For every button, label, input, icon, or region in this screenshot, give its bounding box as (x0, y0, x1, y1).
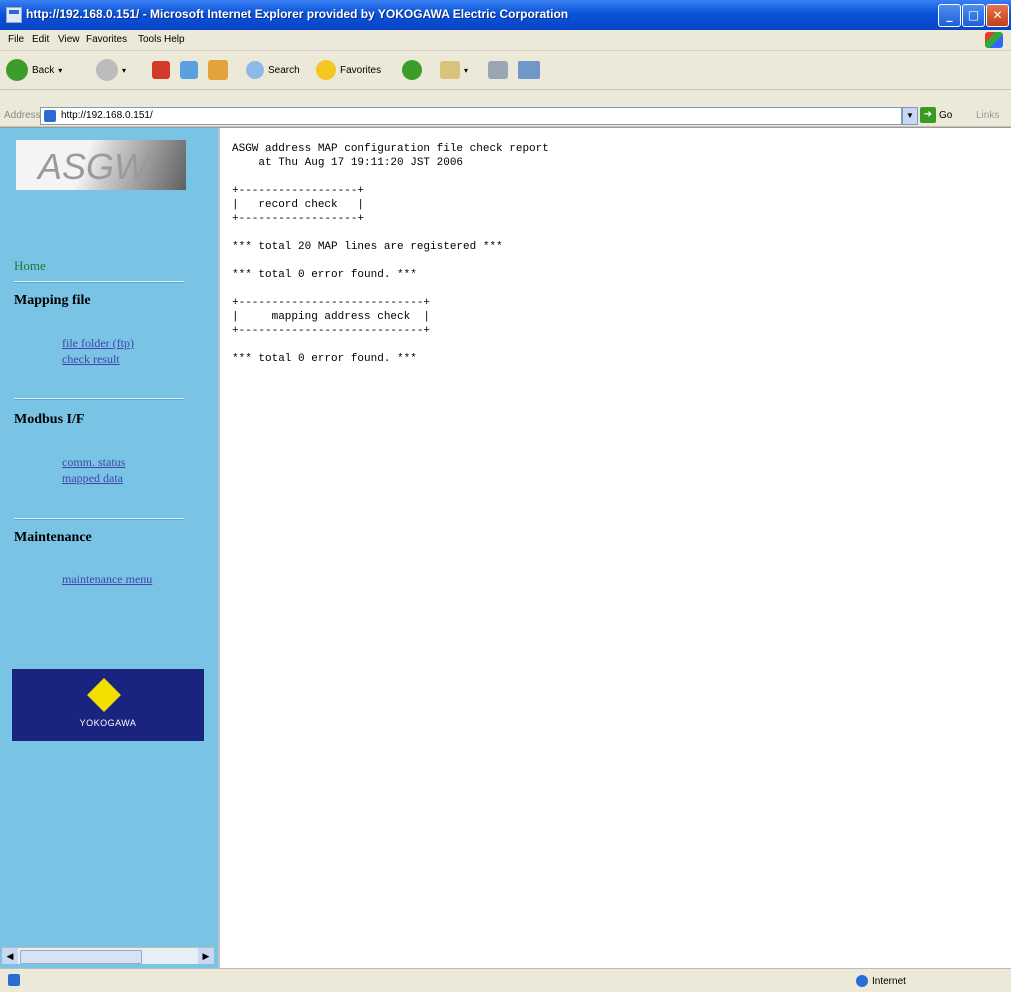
ie-app-icon (6, 7, 22, 23)
search-icon (246, 61, 264, 79)
comm-status-link[interactable]: comm. status (62, 455, 125, 470)
refresh-button[interactable] (180, 56, 198, 84)
home-icon (208, 60, 228, 80)
forward-dropdown-icon[interactable]: ▾ (122, 66, 126, 75)
zone-label: Internet (872, 975, 906, 987)
horizontal-scrollbar[interactable]: ◀ ▶ (2, 947, 214, 964)
print-button[interactable] (488, 56, 508, 84)
globe-icon (856, 975, 868, 987)
address-input[interactable]: http://192.168.0.151/ (40, 107, 902, 125)
title-bar[interactable]: http://192.168.0.151/ - Microsoft Intern… (0, 0, 1011, 30)
go-arrow-icon: ➜ (920, 107, 936, 123)
refresh-icon (180, 61, 198, 79)
back-arrow-icon (6, 59, 28, 81)
divider (14, 518, 184, 520)
favorites-label: Favorites (340, 64, 382, 76)
close-button[interactable]: ✕ (986, 4, 1009, 27)
check-report-text: ASGW address MAP configuration file chec… (232, 143, 549, 365)
history-button[interactable] (402, 56, 422, 84)
address-value: http://192.168.0.151/ (61, 110, 153, 121)
status-bar: Internet (0, 968, 1011, 992)
menu-tools[interactable]: Tools (138, 34, 161, 45)
search-button[interactable]: Search (246, 56, 300, 84)
links-toolbar[interactable]: Links (976, 110, 999, 121)
star-icon (316, 60, 336, 80)
section-modbus-if: Modbus I/F (14, 412, 85, 427)
mail-icon (440, 61, 460, 79)
yokogawa-diamond-icon (87, 678, 121, 712)
asgw-logo: ASGW (16, 140, 186, 190)
back-dropdown-icon[interactable]: ▾ (58, 66, 62, 75)
divider (14, 398, 184, 400)
section-mapping-file: Mapping file (14, 293, 91, 308)
search-label: Search (268, 64, 300, 76)
mail-dropdown-icon[interactable]: ▾ (464, 66, 468, 75)
browser-content: ASGW Home Mapping file file folder (ftp)… (0, 127, 1011, 968)
scrollbar-thumb[interactable] (20, 950, 142, 964)
page-status-icon (8, 974, 20, 986)
yokogawa-logo-text: YOKOGAWA (79, 718, 137, 728)
stop-icon (152, 61, 170, 79)
security-zone: Internet (856, 975, 906, 987)
window-title: http://192.168.0.151/ - Microsoft Intern… (26, 7, 569, 21)
edit-page-icon (518, 61, 540, 79)
back-button[interactable]: Back ▾ (6, 56, 62, 84)
mapped-data-link[interactable]: mapped data (62, 471, 123, 486)
divider (14, 281, 184, 283)
forward-button[interactable]: ▾ (96, 56, 126, 84)
page-icon (44, 110, 56, 122)
maintenance-menu-link[interactable]: maintenance menu (62, 572, 152, 587)
stop-button[interactable] (152, 56, 170, 84)
minimize-button[interactable]: _ (938, 4, 961, 27)
printer-icon (488, 61, 508, 79)
scroll-right-arrow-icon[interactable]: ▶ (198, 948, 214, 964)
menu-file[interactable]: File (8, 34, 24, 45)
asgw-logo-text: ASGW (38, 146, 149, 187)
menu-view[interactable]: View (58, 34, 80, 45)
nav-home-link[interactable]: Home (14, 258, 46, 274)
mail-button[interactable]: ▾ (440, 56, 468, 84)
sidebar: ASGW Home Mapping file file folder (ftp)… (0, 128, 220, 968)
edit-button[interactable] (518, 56, 540, 84)
menu-bar: File Edit View Favorites Tools Help (0, 30, 1011, 51)
forward-arrow-icon (96, 59, 118, 81)
menu-edit[interactable]: Edit (32, 34, 49, 45)
menu-favorites[interactable]: Favorites (86, 34, 127, 45)
address-label: Address (4, 110, 41, 121)
back-label: Back (32, 64, 55, 76)
go-button[interactable]: ➜ Go (920, 107, 952, 123)
home-button[interactable] (208, 56, 228, 84)
check-result-link[interactable]: check result (62, 352, 120, 367)
scroll-left-arrow-icon[interactable]: ◀ (2, 948, 18, 964)
section-maintenance: Maintenance (14, 530, 92, 545)
address-dropdown-button[interactable]: ▼ (902, 107, 918, 125)
address-bar: Address http://192.168.0.151/ ▼ ➜ Go Lin… (0, 106, 1011, 127)
favorites-button[interactable]: Favorites (316, 56, 381, 84)
file-folder-ftp-link[interactable]: file folder (ftp) (62, 336, 134, 351)
menu-help[interactable]: Help (164, 34, 185, 45)
maximize-button[interactable]: □ (962, 4, 985, 27)
yokogawa-logo: YOKOGAWA (12, 669, 204, 741)
standard-toolbar: Back ▾ ▾ Search Favorites ▾ (0, 51, 1011, 90)
history-icon (402, 60, 422, 80)
windows-logo-icon (985, 32, 1003, 48)
go-label: Go (939, 109, 953, 121)
